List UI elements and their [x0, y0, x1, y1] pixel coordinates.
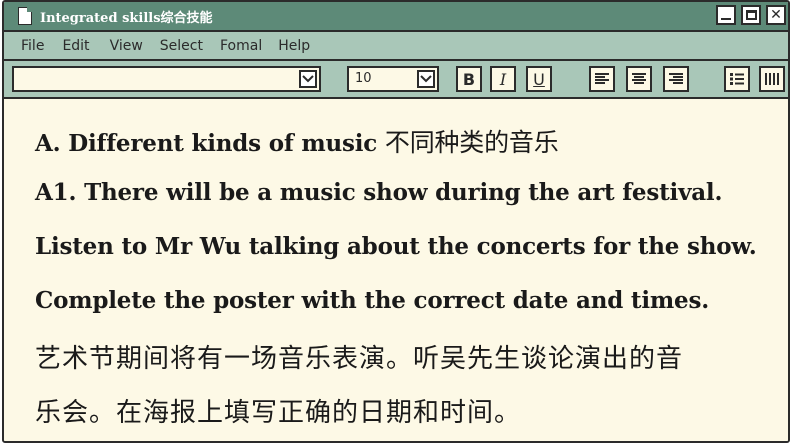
- align-center-icon: [632, 73, 646, 84]
- font-select[interactable]: [12, 66, 321, 92]
- translation-line-2: 乐会。在海报上填写正确的日期和时间。: [35, 398, 522, 428]
- minimize-button[interactable]: [716, 5, 736, 25]
- close-button[interactable]: ✕: [766, 5, 786, 25]
- window-controls: ✕: [716, 5, 786, 25]
- columns-button[interactable]: [759, 66, 785, 92]
- toolbar: 10 B I U: [4, 61, 788, 99]
- menu-select[interactable]: Select: [160, 38, 203, 54]
- font-dropdown-button[interactable]: [299, 70, 317, 88]
- window-title: Integrated skills综合技能: [40, 10, 213, 26]
- chevron-down-icon: [420, 75, 432, 83]
- menu-view[interactable]: View: [110, 38, 143, 54]
- bullet-list-button[interactable]: [724, 66, 750, 92]
- section-heading: A. Different kinds of music 不同种类的音乐: [35, 123, 559, 159]
- menu-edit[interactable]: Edit: [62, 38, 89, 54]
- underline-button[interactable]: U: [526, 66, 552, 92]
- instruction-line-1: A1. There will be a music show during th…: [35, 179, 723, 206]
- document-icon: [18, 7, 32, 25]
- maximize-icon: [745, 10, 757, 20]
- chevron-down-icon: [302, 75, 314, 83]
- align-left-icon: [595, 73, 609, 84]
- maximize-button[interactable]: [741, 5, 761, 25]
- title-bar: Integrated skills综合技能 ✕: [4, 2, 788, 32]
- font-size-value: 10: [355, 71, 372, 86]
- align-right-icon: [669, 73, 683, 84]
- menu-bar: File Edit View Select Fomal Help: [4, 32, 788, 61]
- section-heading-zh: 不同种类的音乐: [384, 128, 559, 157]
- align-right-button[interactable]: [663, 66, 689, 92]
- font-size-dropdown-button[interactable]: [417, 70, 435, 88]
- align-left-button[interactable]: [589, 66, 615, 92]
- instruction-line-3: Complete the poster with the correct dat…: [35, 287, 710, 314]
- font-size-select[interactable]: 10: [347, 66, 439, 92]
- menu-format[interactable]: Fomal: [220, 38, 262, 54]
- menu-file[interactable]: File: [21, 38, 44, 54]
- italic-button[interactable]: I: [490, 66, 516, 92]
- section-heading-en: A. Different kinds of music: [35, 130, 385, 157]
- minimize-icon: [721, 18, 731, 20]
- align-center-button[interactable]: [626, 66, 652, 92]
- app-window: Integrated skills综合技能 ✕ File Edit View S…: [2, 0, 790, 443]
- columns-icon: [765, 73, 779, 85]
- instruction-line-2: Listen to Mr Wu talking about the concer…: [35, 233, 757, 260]
- document-body[interactable]: A. Different kinds of music 不同种类的音乐 A1. …: [4, 99, 788, 441]
- close-icon: ✕: [770, 7, 782, 23]
- menu-help[interactable]: Help: [278, 38, 310, 54]
- bullet-list-icon: [730, 73, 744, 85]
- translation-line-1: 艺术节期间将有一场音乐表演。听吴先生谈论演出的音: [35, 344, 684, 374]
- bold-button[interactable]: B: [456, 66, 482, 92]
